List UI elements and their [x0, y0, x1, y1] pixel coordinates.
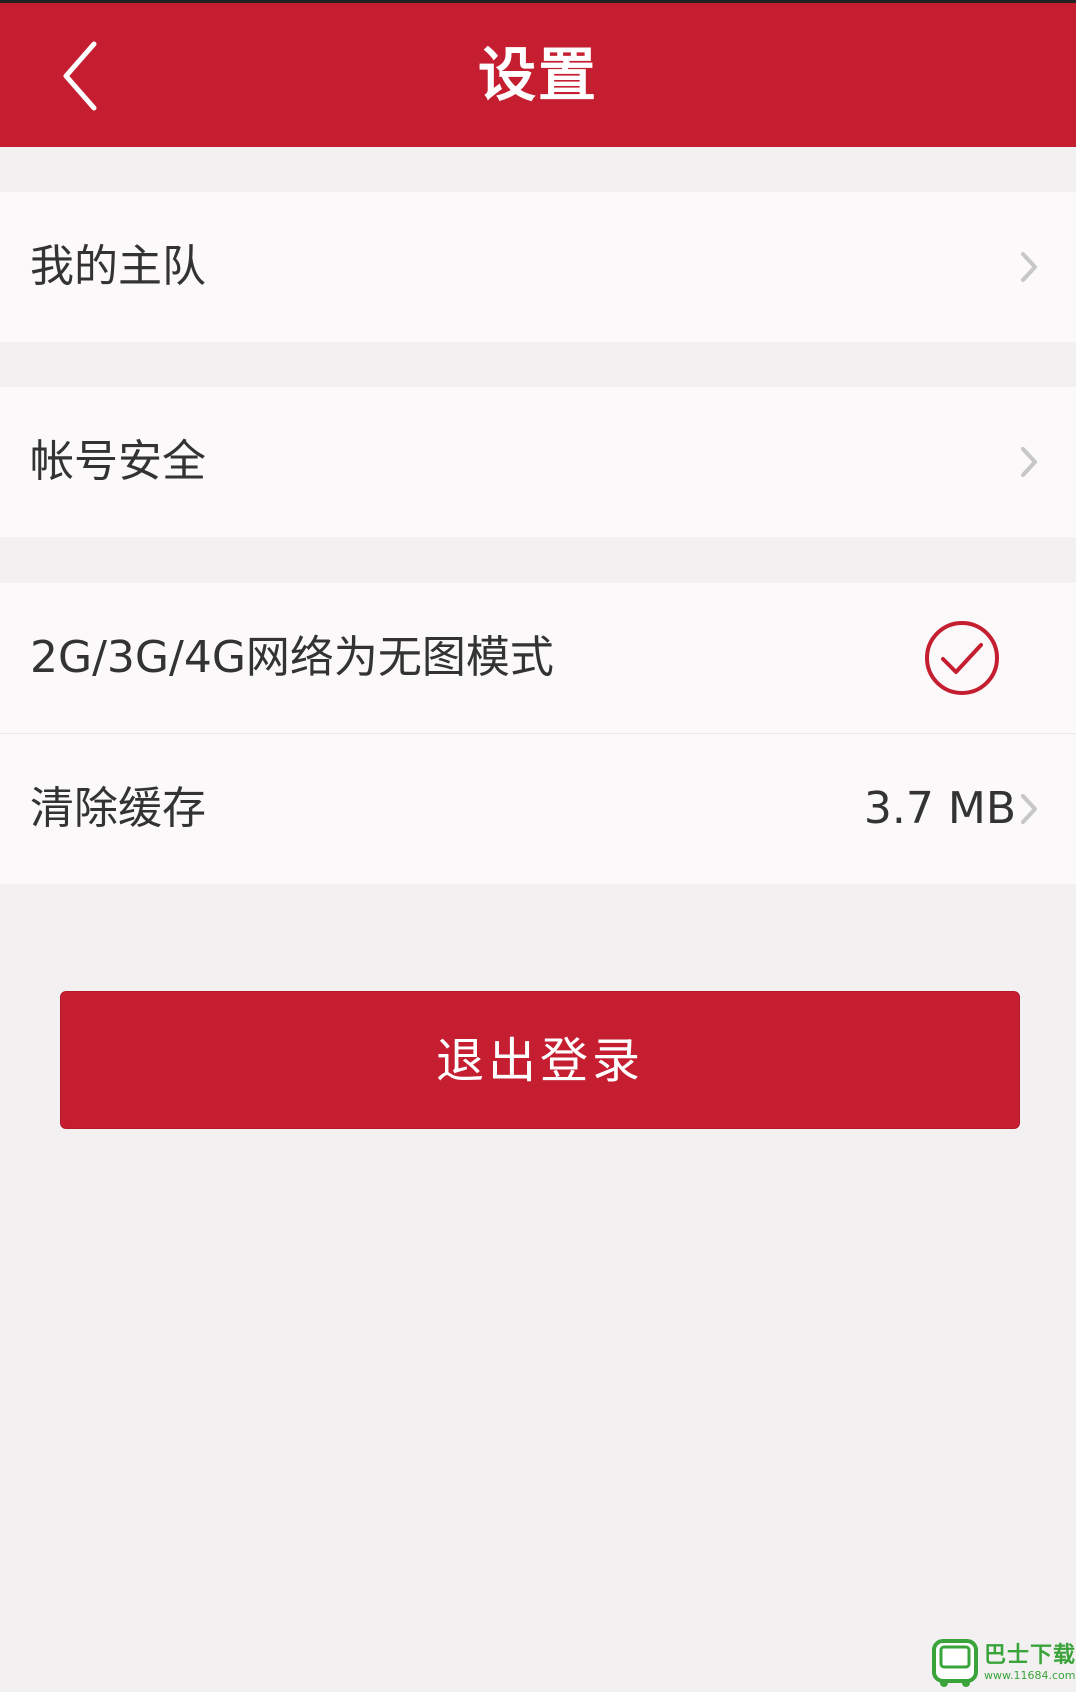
watermark: 巴士下载 www.11684.com — [926, 1634, 1076, 1692]
watermark-title: 巴士下载 — [984, 1643, 1076, 1668]
settings-item-my-team[interactable]: 我的主队 — [0, 192, 1076, 342]
settings-item-label: 我的主队 — [30, 241, 206, 292]
cache-size-value: 3.7 MB — [863, 783, 1016, 834]
checkmark-circle-icon[interactable] — [923, 619, 1001, 697]
settings-item-no-image-mode[interactable]: 2G/3G/4G网络为无图模式 — [0, 583, 1076, 733]
chevron-right-icon — [1021, 252, 1037, 282]
settings-item-label: 帐号安全 — [30, 436, 206, 487]
settings-item-clear-cache[interactable]: 清除缓存 3.7 MB — [0, 734, 1076, 884]
chevron-right-icon — [1021, 447, 1037, 477]
settings-item-label: 清除缓存 — [30, 783, 206, 834]
watermark-url: www.11684.com — [984, 1669, 1076, 1682]
logout-button[interactable]: 退出登录 — [60, 991, 1020, 1129]
settings-item-label: 2G/3G/4G网络为无图模式 — [30, 632, 554, 683]
bus-logo-icon — [932, 1639, 978, 1687]
top-bar: 设置 — [0, 0, 1076, 147]
page-title: 设置 — [477, 41, 598, 109]
chevron-right-icon — [1021, 794, 1037, 824]
settings-item-account-security[interactable]: 帐号安全 — [0, 387, 1076, 537]
